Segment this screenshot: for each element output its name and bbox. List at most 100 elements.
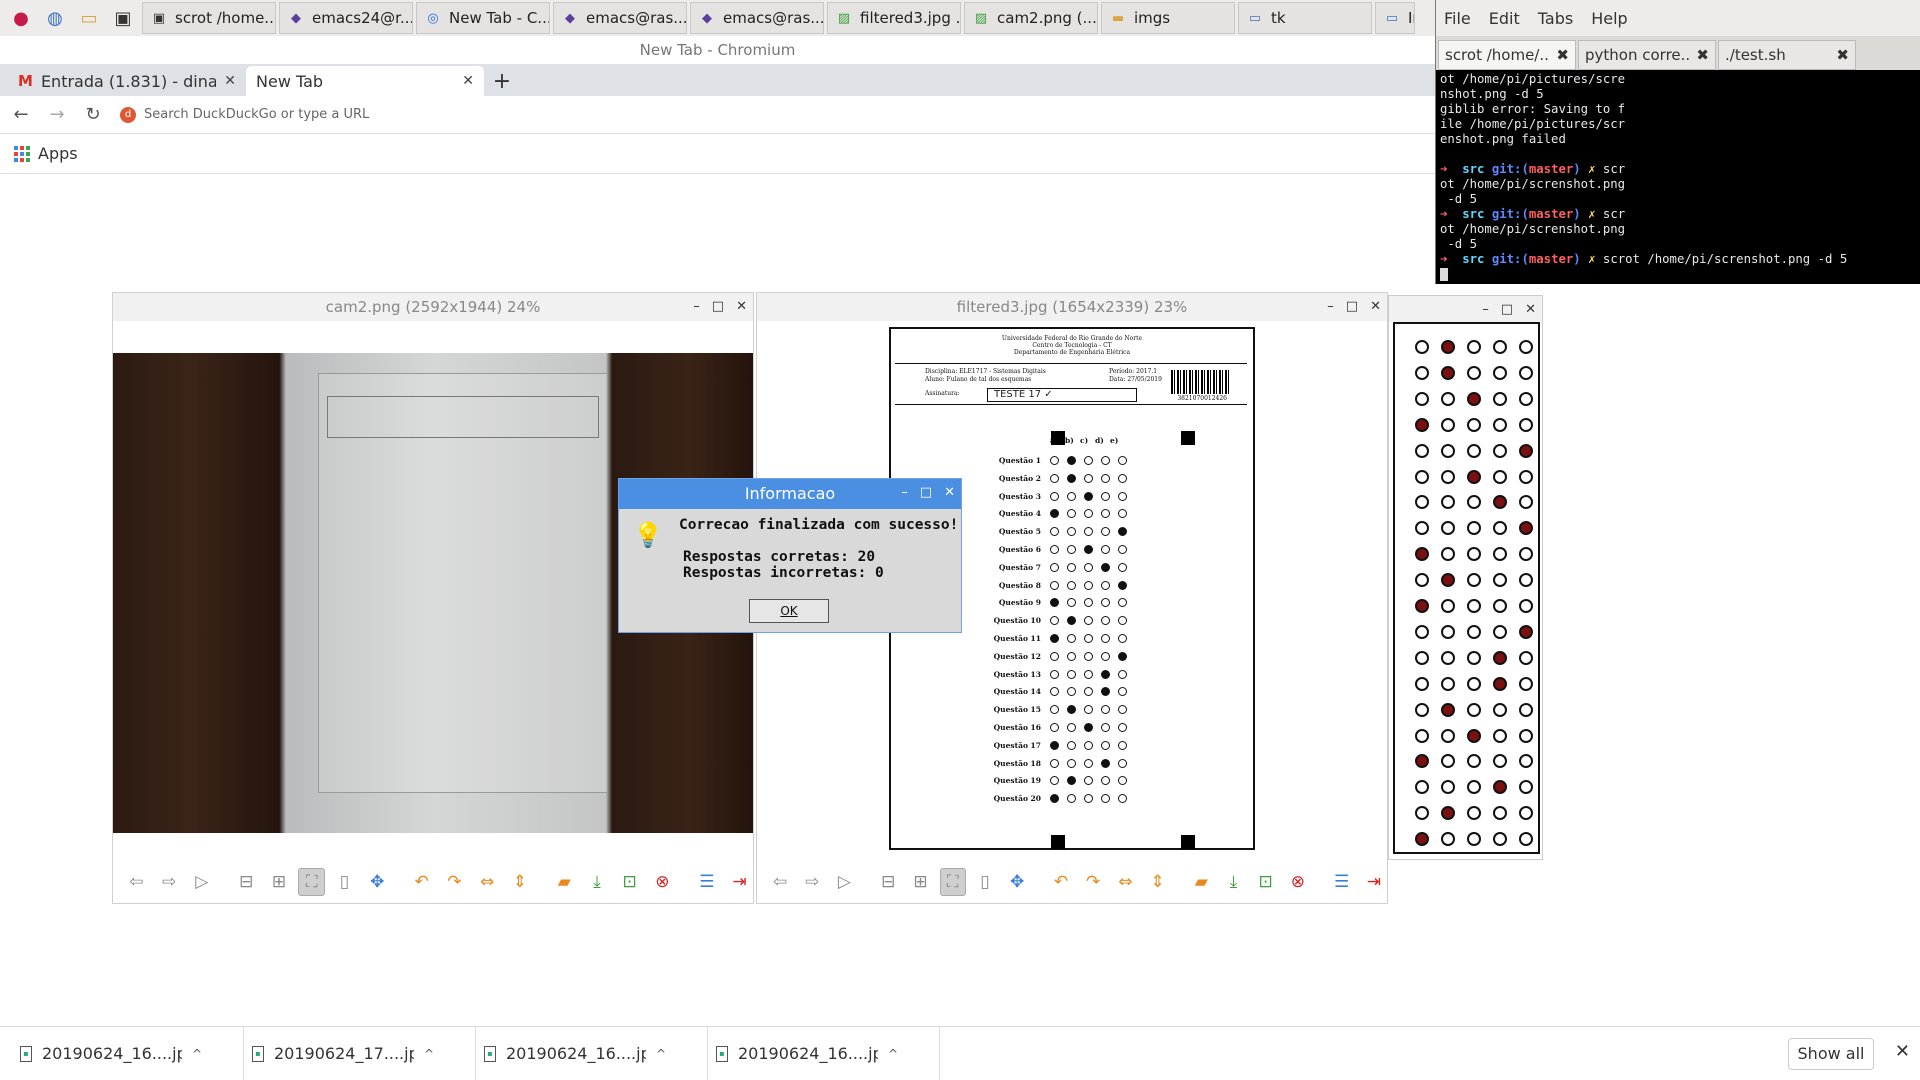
close-icon[interactable]: ✕ (944, 478, 955, 508)
terminal-launcher-icon[interactable]: ▣ (108, 3, 138, 33)
delete-icon[interactable]: ⊗ (649, 868, 676, 896)
show-all-button[interactable]: Show all (1788, 1038, 1874, 1070)
fullscreen-icon[interactable]: ✥ (1004, 868, 1030, 896)
terminal-tab-scrot[interactable]: scrot /home/... ✖ (1438, 40, 1576, 70)
maximize-icon[interactable]: □ (920, 478, 932, 508)
taskbar-task[interactable]: ▭ In (1375, 2, 1415, 34)
delete-icon[interactable]: ⊗ (1285, 868, 1311, 896)
flip-horizontal-icon[interactable]: ⇔ (474, 868, 501, 896)
maximize-icon[interactable]: □ (1346, 293, 1358, 321)
download-item[interactable]: ▪ 20190624_16....jpg ^ (482, 1026, 708, 1080)
file-manager-launcher-icon[interactable]: ▭ (74, 3, 104, 33)
menu-edit[interactable]: Edit (1489, 9, 1520, 28)
bubble-row (1415, 780, 1533, 795)
web-browser-launcher-icon[interactable]: ◍ (40, 3, 70, 33)
question-row: Questão 17 (991, 740, 1132, 750)
bubble-row (1415, 573, 1533, 588)
close-icon[interactable]: ✕ (736, 293, 747, 321)
rotate-left-icon[interactable]: ↶ (408, 868, 435, 896)
save-as-icon[interactable]: ⊡ (616, 868, 643, 896)
flip-vertical-icon[interactable]: ⇕ (506, 868, 533, 896)
chevron-up-icon[interactable]: ^ (888, 1047, 898, 1061)
back-arrow-icon[interactable]: ← (12, 104, 30, 125)
original-size-icon[interactable]: ▯ (331, 868, 358, 896)
omnibox[interactable]: d Search DuckDuckGo or type a URL (120, 106, 369, 123)
taskbar-task[interactable]: ◆ emacs@ras... (690, 2, 824, 34)
taskbar-task[interactable]: ◆ emacs24@r... (279, 2, 413, 34)
slideshow-icon[interactable]: ▷ (188, 868, 215, 896)
taskbar-task[interactable]: ◎ New Tab - C... (416, 2, 550, 34)
close-icon[interactable]: ✖ (1836, 46, 1849, 64)
open-file-icon[interactable]: ▰ (1188, 868, 1214, 896)
taskbar-task[interactable]: ▬ imgs (1101, 2, 1235, 34)
new-tab-button[interactable]: + (484, 66, 520, 96)
fullscreen-icon[interactable]: ✥ (364, 868, 391, 896)
download-item[interactable]: ▪ 20190624_17....jpg ^ (250, 1026, 476, 1080)
previous-image-icon[interactable]: ⇦ (767, 868, 793, 896)
close-icon[interactable]: ✖ (1556, 46, 1569, 64)
save-file-icon[interactable]: ⤓ (584, 868, 611, 896)
rotate-right-icon[interactable]: ↷ (441, 868, 468, 896)
raspberry-menu-icon[interactable]: ● (6, 3, 36, 33)
chevron-up-icon[interactable]: ^ (424, 1047, 434, 1061)
tab-new-tab[interactable]: New Tab ✕ (246, 66, 484, 96)
apps-bookmark[interactable]: Apps (38, 144, 78, 163)
close-tab-icon[interactable]: ✕ (462, 73, 474, 89)
terminal-output[interactable]: ot /home/pi/pictures/scre nshot.png -d 5… (1436, 70, 1920, 284)
original-size-icon[interactable]: ▯ (972, 868, 998, 896)
flip-horizontal-icon[interactable]: ⇔ (1112, 868, 1138, 896)
taskbar-task[interactable]: ◆ emacs@ras... (553, 2, 687, 34)
forward-arrow-icon[interactable]: → (48, 104, 66, 125)
save-file-icon[interactable]: ⤓ (1220, 868, 1246, 896)
menu-file[interactable]: File (1444, 9, 1471, 28)
quit-icon[interactable]: ⇥ (1361, 868, 1387, 896)
save-as-icon[interactable]: ⊡ (1253, 868, 1279, 896)
close-icon[interactable]: ✕ (1370, 293, 1381, 321)
reload-icon[interactable]: ↻ (84, 104, 102, 125)
menu-help[interactable]: Help (1591, 9, 1627, 28)
fit-window-icon[interactable]: ⛶ (298, 868, 326, 896)
flip-vertical-icon[interactable]: ⇕ (1144, 868, 1170, 896)
minimize-icon[interactable]: – (693, 293, 700, 321)
taskbar-task[interactable]: ▨ filtered3.jpg ... (827, 2, 961, 34)
taskbar-task[interactable]: ▭ tk (1238, 2, 1372, 34)
maximize-icon[interactable]: □ (712, 293, 724, 321)
next-image-icon[interactable]: ⇨ (156, 868, 183, 896)
terminal-tab-python[interactable]: python corre... ✖ (1578, 40, 1716, 70)
zoom-in-icon[interactable]: ⊞ (266, 868, 293, 896)
zoom-in-icon[interactable]: ⊞ (907, 868, 933, 896)
close-icon[interactable]: ✖ (1696, 46, 1709, 64)
close-download-shelf-icon[interactable]: ✕ (1895, 1041, 1910, 1062)
taskbar-task[interactable]: ▣ scrot /home... (142, 2, 276, 34)
ok-button[interactable]: OK (749, 599, 829, 623)
open-file-icon[interactable]: ▰ (551, 868, 578, 896)
zoom-out-icon[interactable]: ⊟ (233, 868, 260, 896)
apps-grid-icon[interactable] (14, 145, 30, 162)
bubble (1519, 547, 1533, 562)
slideshow-icon[interactable]: ▷ (831, 868, 857, 896)
minimize-icon[interactable]: – (901, 478, 908, 508)
tab-gmail[interactable]: M Entrada (1.831) - dinalivi ✕ (8, 66, 246, 96)
menu-tabs[interactable]: Tabs (1538, 9, 1573, 28)
rotate-right-icon[interactable]: ↷ (1080, 868, 1106, 896)
download-item[interactable]: ▪ 20190624_16....jpg ^ (714, 1026, 940, 1080)
chevron-up-icon[interactable]: ^ (656, 1047, 666, 1061)
preferences-icon[interactable]: ☰ (1329, 868, 1355, 896)
close-icon[interactable]: ✕ (1525, 302, 1536, 317)
terminal-tab-test[interactable]: ./test.sh ✖ (1718, 40, 1856, 70)
fit-window-icon[interactable]: ⛶ (939, 868, 966, 896)
rotate-left-icon[interactable]: ↶ (1048, 868, 1074, 896)
zoom-out-icon[interactable]: ⊟ (875, 868, 901, 896)
minimize-icon[interactable]: – (1327, 293, 1334, 321)
minimize-icon[interactable]: – (1482, 302, 1489, 317)
bubble (1441, 391, 1455, 406)
previous-image-icon[interactable]: ⇦ (123, 868, 150, 896)
next-image-icon[interactable]: ⇨ (799, 868, 825, 896)
download-item[interactable]: ▪ 20190624_16....jpg ^ (18, 1026, 244, 1080)
preferences-icon[interactable]: ☰ (693, 868, 720, 896)
close-tab-icon[interactable]: ✕ (224, 73, 236, 89)
maximize-icon[interactable]: □ (1501, 302, 1513, 317)
chevron-up-icon[interactable]: ^ (192, 1047, 202, 1061)
taskbar-task[interactable]: ▨ cam2.png (... (964, 2, 1098, 34)
quit-icon[interactable]: ⇥ (726, 868, 753, 896)
